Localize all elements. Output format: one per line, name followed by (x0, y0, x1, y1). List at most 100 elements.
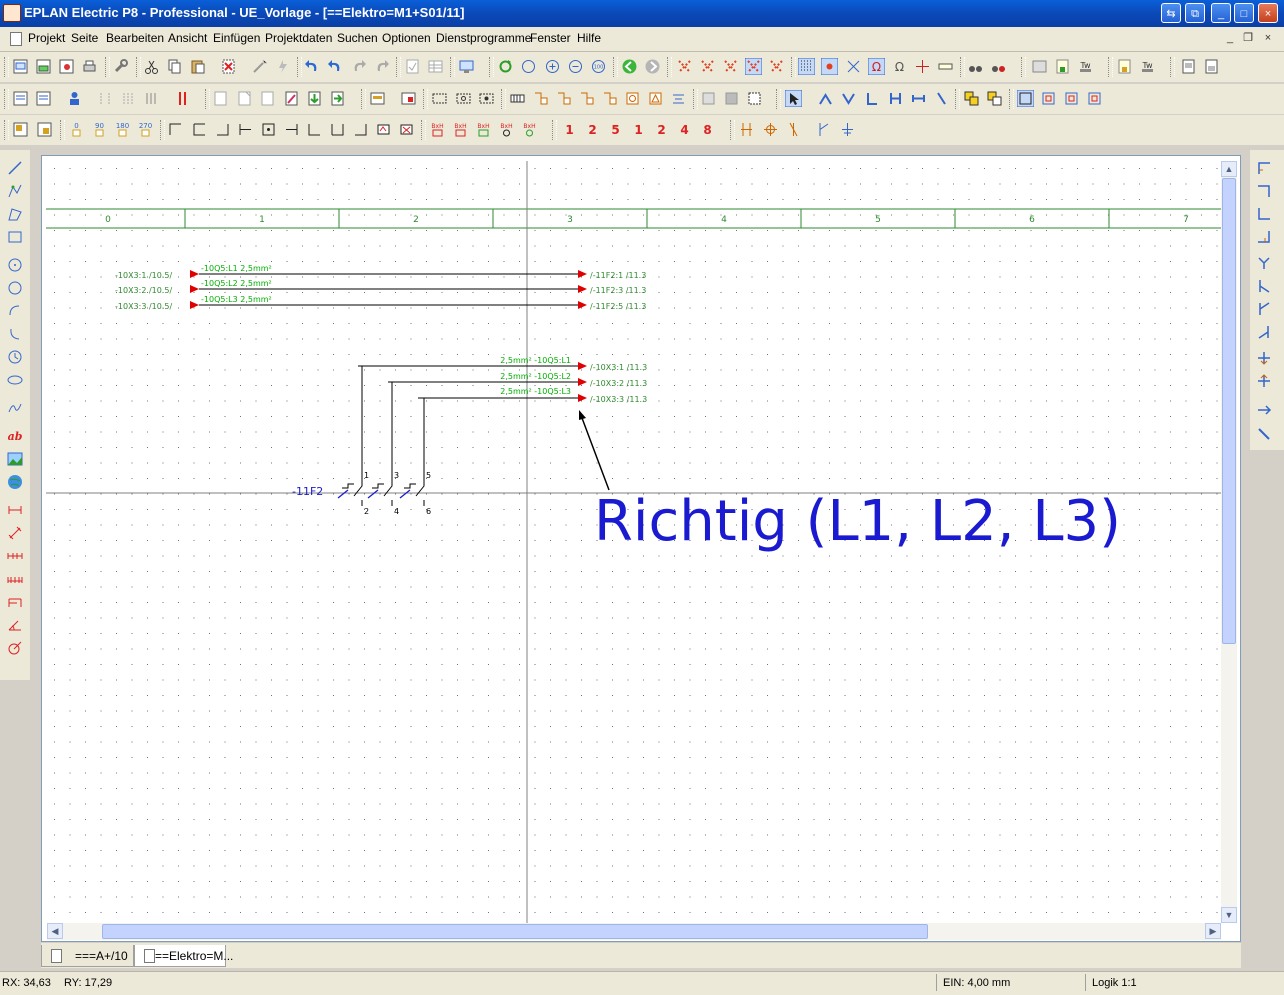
menu-projekt[interactable]: Projekt (28, 31, 65, 45)
junction-8-icon[interactable] (329, 121, 346, 138)
junction-1-icon[interactable] (167, 121, 184, 138)
redo-list-icon[interactable] (373, 58, 390, 75)
page-arrow-icon[interactable] (329, 90, 346, 107)
gray-3-icon[interactable] (746, 90, 763, 107)
toolbar-grip[interactable] (791, 57, 796, 77)
toolbar-grip[interactable] (4, 57, 9, 77)
toolbar-grip[interactable] (960, 57, 965, 77)
delete-icon[interactable] (220, 58, 237, 75)
bxh-4-icon[interactable]: BxH (498, 121, 515, 138)
toolbar-grip[interactable] (423, 89, 428, 109)
navigator-icon[interactable] (369, 90, 386, 107)
symbol-2-icon[interactable] (36, 121, 53, 138)
number-4-icon[interactable]: 4 (676, 121, 693, 138)
toolbar-grip[interactable] (955, 89, 960, 109)
toolbar-grip[interactable] (136, 57, 141, 77)
text-icon[interactable]: ab (7, 428, 23, 444)
number-1b-icon[interactable]: 1 (630, 121, 647, 138)
junction-9-icon[interactable] (352, 121, 369, 138)
page-edit-icon[interactable] (283, 90, 300, 107)
resize-tile-button[interactable]: ⇆ (1161, 3, 1181, 23)
close-button[interactable]: × (1258, 3, 1278, 23)
number-2-icon[interactable]: 2 (584, 121, 601, 138)
bxh-3-icon[interactable]: BxH (475, 121, 492, 138)
magic-wand-icon[interactable] (251, 58, 268, 75)
incoming-wire-3[interactable]: -10X3:3 /10.5/ -10Q5:L3 2,5mm² /-11F2:5 … (115, 295, 646, 311)
select-area-icon[interactable] (1017, 90, 1034, 107)
bookmark-alt-icon[interactable] (1116, 58, 1133, 75)
new-project-icon[interactable] (12, 58, 29, 75)
select-area-3-icon[interactable] (1063, 90, 1080, 107)
bus-3-icon[interactable] (785, 121, 802, 138)
lightning-icon[interactable] (274, 58, 291, 75)
junction-3-icon[interactable] (214, 121, 231, 138)
black-box-icon[interactable] (624, 90, 641, 107)
black-box-2-icon[interactable] (647, 90, 664, 107)
interruption-x-icon[interactable] (398, 121, 415, 138)
dimension-chain-icon[interactable] (7, 548, 23, 564)
monitor-icon[interactable] (458, 58, 475, 75)
corner-2-icon[interactable] (840, 90, 857, 107)
box-dashed-2-icon[interactable] (455, 90, 472, 107)
corner-6-icon[interactable] (933, 90, 950, 107)
grid-b-icon[interactable] (699, 58, 716, 75)
menu-bearbeiten[interactable]: Bearbeiten (106, 31, 164, 45)
gray-1-icon[interactable] (700, 90, 717, 107)
refresh-icon[interactable] (497, 58, 514, 75)
yellow-boxes-icon[interactable] (963, 90, 980, 107)
junction-4-icon[interactable] (237, 121, 254, 138)
tee-4-icon[interactable] (1256, 324, 1272, 340)
table-icon[interactable] (427, 58, 444, 75)
page-gray-3-icon[interactable] (259, 90, 276, 107)
print-icon[interactable] (81, 58, 98, 75)
vertical-scrollbar[interactable]: ▲ ▼ (1221, 161, 1237, 923)
dimension-base-icon[interactable] (7, 594, 23, 610)
junction-5-icon[interactable] (260, 121, 277, 138)
toolbar-grip[interactable] (60, 120, 65, 140)
bxh-1-icon[interactable]: BxH (429, 121, 446, 138)
window-gray-icon[interactable] (1031, 58, 1048, 75)
project-properties-icon[interactable] (58, 58, 75, 75)
plc-4-icon[interactable] (601, 90, 618, 107)
properties-icon[interactable] (400, 90, 417, 107)
circle-icon[interactable] (7, 280, 23, 296)
menu-seite[interactable]: Seite (71, 31, 98, 45)
dimension-radius-icon[interactable] (7, 640, 23, 656)
cross-1-icon[interactable] (1256, 350, 1272, 366)
connector-gray-icon[interactable] (97, 90, 114, 107)
toolbar-grip[interactable] (1170, 57, 1175, 77)
undo-list-icon[interactable] (304, 58, 321, 75)
box-dashed-1-icon[interactable] (431, 90, 448, 107)
angle-1-icon[interactable] (1256, 160, 1272, 176)
line-icon[interactable] (7, 160, 23, 176)
dimension-linear-icon[interactable] (7, 502, 23, 518)
snap-grid-icon[interactable] (821, 58, 838, 75)
paste-icon[interactable] (189, 58, 206, 75)
toolbar-grip[interactable] (421, 120, 426, 140)
binoculars-red-icon[interactable] (990, 58, 1007, 75)
junction-6-icon[interactable] (283, 121, 300, 138)
rotate-0-icon[interactable]: 0 (68, 121, 85, 138)
circle-center-icon[interactable] (7, 257, 23, 273)
grid-c-icon[interactable] (722, 58, 739, 75)
page-open-icon[interactable] (35, 90, 52, 107)
angle-2-icon[interactable] (1256, 183, 1272, 199)
copy-icon[interactable] (166, 58, 183, 75)
menu-hilfe[interactable]: Hilfe (577, 31, 601, 45)
maximize-button[interactable]: □ (1234, 3, 1254, 23)
corner-5-icon[interactable] (910, 90, 927, 107)
select-area-2-icon[interactable] (1040, 90, 1057, 107)
rotate-180-icon[interactable]: 180 (114, 121, 131, 138)
bus-1-icon[interactable] (738, 121, 755, 138)
user-icon[interactable] (66, 90, 83, 107)
menu-suchen[interactable]: Suchen (337, 31, 378, 45)
toolbar-grip[interactable] (105, 57, 110, 77)
connector-gray-2-icon[interactable] (120, 90, 137, 107)
horizontal-scrollbar[interactable]: ◀ ▶ (47, 923, 1221, 940)
page-new-icon[interactable] (12, 90, 29, 107)
toolbar-grip[interactable] (361, 89, 366, 109)
toolbar-grip[interactable] (1021, 57, 1026, 77)
cross-2-icon[interactable] (1256, 373, 1272, 389)
horizontal-scroll-thumb[interactable] (102, 924, 928, 939)
number-8-icon[interactable]: 8 (699, 121, 716, 138)
